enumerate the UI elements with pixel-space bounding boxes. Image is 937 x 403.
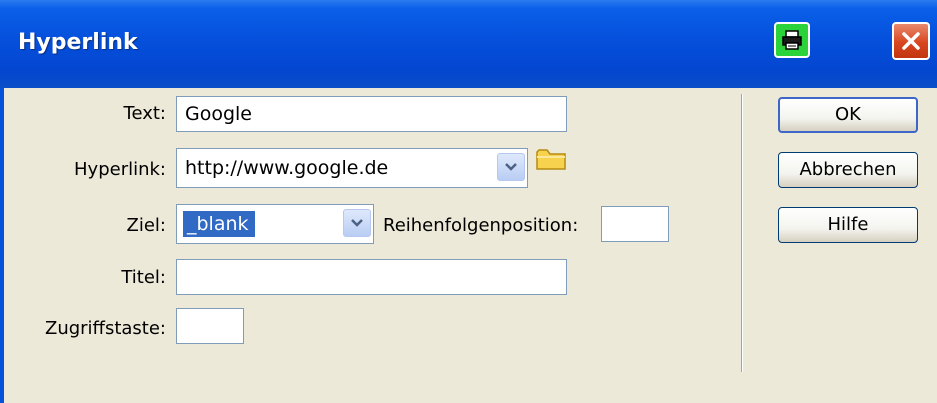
chevron-down-icon bbox=[505, 163, 517, 171]
help-button[interactable]: Hilfe bbox=[778, 207, 918, 243]
hyperlink-label: Hyperlink: bbox=[74, 159, 166, 180]
hyperlink-combobox[interactable]: http://www.google.de bbox=[176, 148, 528, 188]
ziel-label: Ziel: bbox=[126, 215, 166, 236]
hyperlink-dialog: Hyperlink Text: Google Hyperlink: http:/… bbox=[0, 0, 937, 403]
ziel-value: _blank bbox=[183, 211, 255, 237]
reihenfolge-input[interactable] bbox=[601, 206, 669, 242]
print-button[interactable] bbox=[774, 22, 810, 58]
text-input[interactable]: Google bbox=[176, 96, 567, 132]
window-title: Hyperlink bbox=[18, 30, 138, 55]
close-button[interactable] bbox=[892, 22, 930, 60]
text-label: Text: bbox=[123, 103, 166, 124]
ok-button[interactable]: OK bbox=[778, 97, 918, 133]
reihenfolge-label: Reihenfolgenposition: bbox=[383, 215, 579, 236]
zugriffstaste-label: Zugriffstaste: bbox=[44, 318, 166, 339]
close-icon bbox=[902, 32, 920, 50]
zugriffstaste-input[interactable] bbox=[176, 308, 244, 344]
titel-label: Titel: bbox=[121, 267, 166, 288]
hyperlink-dropdown-button[interactable] bbox=[497, 153, 525, 181]
vertical-separator bbox=[741, 94, 743, 372]
titel-input[interactable] bbox=[176, 259, 567, 295]
hyperlink-value: http://www.google.de bbox=[185, 157, 389, 179]
window-border bbox=[0, 88, 4, 403]
printer-icon bbox=[782, 30, 802, 50]
title-bar[interactable]: Hyperlink bbox=[0, 0, 937, 88]
chevron-down-icon bbox=[351, 219, 363, 227]
ziel-select[interactable]: _blank bbox=[176, 204, 374, 244]
text-input-value: Google bbox=[185, 103, 253, 125]
cancel-button[interactable]: Abbrechen bbox=[778, 152, 918, 188]
ziel-dropdown-button[interactable] bbox=[343, 209, 371, 237]
folder-icon[interactable] bbox=[535, 146, 569, 172]
